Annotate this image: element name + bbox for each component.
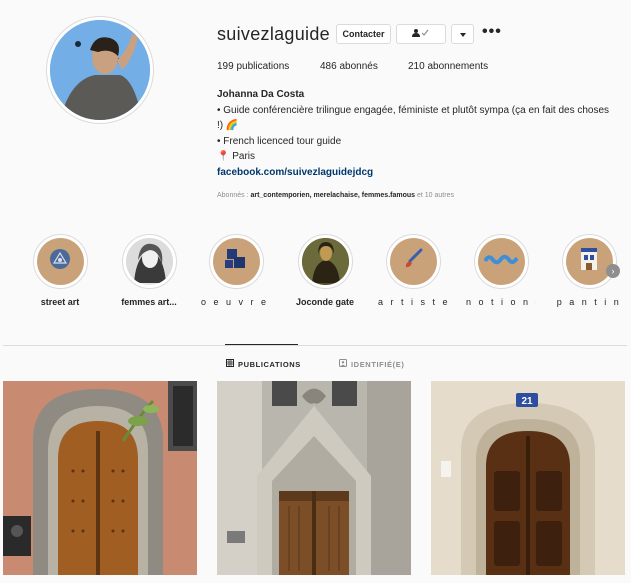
followed-by-prefix: Abonnés :	[217, 192, 251, 199]
paintbrush-icon	[401, 247, 425, 276]
highlight-label: o e u v r e s	[201, 297, 271, 307]
highlight-label: a r t i s t e s	[378, 297, 448, 307]
post-thumbnail[interactable]	[3, 381, 197, 575]
highlight-notions[interactable]: n o t i o n s	[466, 234, 536, 307]
person-check-icon	[412, 29, 430, 39]
tab-label: IDENTIFIÉ(E)	[351, 359, 405, 369]
tab-label: PUBLICATIONS	[238, 359, 301, 369]
tab-identifie[interactable]: IDENTIFIÉ(E)	[339, 359, 404, 369]
highlight-oeuvres[interactable]: o e u v r e s	[201, 234, 271, 307]
bio-line: • Guide conférencière trilingue engagée,…	[217, 104, 610, 132]
highlight-label: Joconde gate	[295, 297, 354, 307]
chevron-right-icon[interactable]: ›	[606, 264, 620, 278]
mona-lisa-photo	[301, 238, 349, 285]
username: suivezlaguide	[217, 24, 330, 44]
followers-count[interactable]: 486 abonnés	[320, 61, 378, 72]
caret-down-icon	[459, 29, 466, 39]
street-art-icon	[49, 248, 71, 275]
followed-by-accounts: art_contemporien, merelachaise, femmes.f…	[250, 192, 416, 199]
tagged-person-icon	[339, 359, 347, 369]
post-thumbnail[interactable]	[217, 381, 411, 575]
highlight-femmes-art[interactable]: femmes art...	[114, 234, 184, 307]
highlight-artistes[interactable]: a r t i s t e s	[378, 234, 448, 307]
bio-line: 📍 Paris	[217, 151, 256, 162]
artworks-icon	[223, 246, 249, 277]
portrait-photo	[125, 238, 173, 285]
followed-by[interactable]: Abonnés : art_contemporien, merelachaise…	[217, 192, 454, 199]
bio-line: • French licenced tour guide	[217, 135, 342, 147]
grid-icon	[226, 359, 234, 369]
highlight-street-art[interactable]: street art	[25, 234, 95, 307]
suggestions-dropdown-button[interactable]	[451, 24, 474, 44]
active-tab-indicator	[225, 344, 298, 345]
building-icon	[578, 246, 600, 277]
bio-link[interactable]: facebook.com/suivezlaguidejdcg	[217, 165, 612, 181]
highlight-label: p a n t i n	[556, 297, 622, 307]
highlight-joconde-gate[interactable]: Joconde gate	[290, 234, 360, 307]
tabs-divider	[3, 345, 627, 346]
post-thumbnail[interactable]: 21	[431, 381, 625, 575]
more-options-icon[interactable]: •••	[482, 24, 502, 40]
highlight-label: n o t i o n s	[466, 297, 536, 307]
highlight-label: street art	[40, 297, 80, 307]
door-number: 21	[521, 396, 533, 407]
posts-count[interactable]: 199 publications	[217, 61, 289, 72]
avatar[interactable]	[50, 20, 150, 120]
full-name: Johanna Da Costa	[217, 89, 305, 100]
highlight-label: femmes art...	[121, 297, 177, 307]
following-button[interactable]	[396, 24, 446, 44]
tab-publications[interactable]: PUBLICATIONS	[226, 359, 301, 369]
wave-icon	[483, 252, 519, 271]
bio: Johanna Da Costa • Guide conférencière t…	[217, 87, 612, 180]
following-count[interactable]: 210 abonnements	[408, 61, 488, 72]
followed-by-suffix: et 10 autres	[415, 192, 454, 199]
contact-button[interactable]: Contacter	[336, 24, 391, 44]
